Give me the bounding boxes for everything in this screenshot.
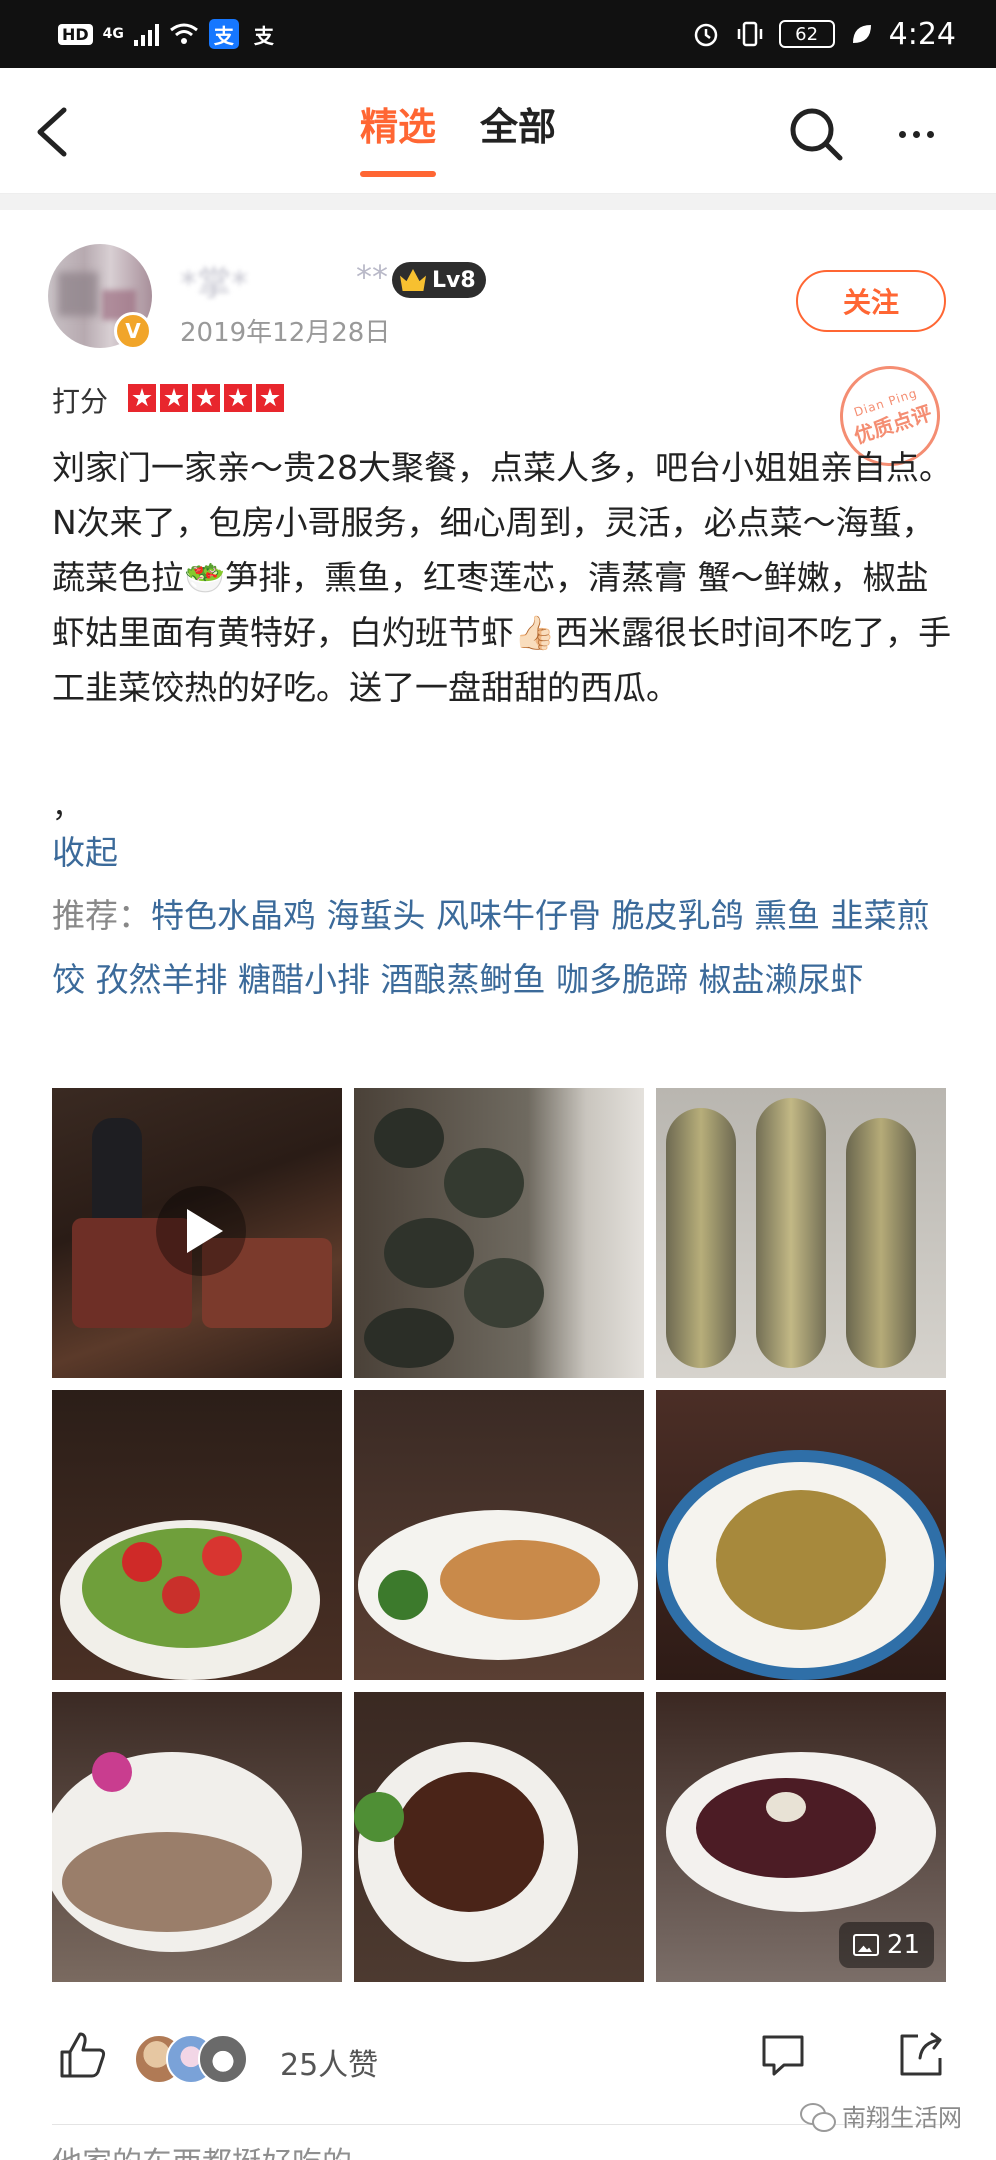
- review-body: 刘家门一家亲～贵28大聚餐，点菜人多，吧台小姐姐亲自点。N次来了，包房小哥服务，…: [52, 448, 952, 707]
- recommended-dish[interactable]: 风味牛仔骨: [436, 896, 601, 935]
- review-photo[interactable]: [52, 1692, 342, 1982]
- review-trailing-punct: ，: [52, 790, 82, 825]
- recommend-label: 推荐：: [52, 896, 151, 935]
- username[interactable]: *掌*: [180, 256, 248, 305]
- search-icon[interactable]: [786, 104, 846, 164]
- share-icon[interactable]: [896, 2030, 946, 2080]
- recommended-dish[interactable]: 糖醋小排: [238, 960, 370, 999]
- recommended-dish[interactable]: 海蜇头: [327, 896, 426, 935]
- star-icon: [256, 384, 284, 412]
- back-icon[interactable]: [28, 104, 78, 160]
- vibrate-icon: [737, 21, 762, 47]
- recommended-dish[interactable]: 咖多脆蹄: [556, 960, 688, 999]
- review-photo[interactable]: [354, 1088, 644, 1378]
- liker-avatars[interactable]: [134, 2034, 264, 2084]
- comment-icon[interactable]: [760, 2032, 806, 2078]
- tab-all[interactable]: 全部: [480, 96, 556, 177]
- star-icon: [192, 384, 220, 412]
- section-gap: [0, 194, 996, 210]
- recommended-dish[interactable]: 脆皮乳鸽: [612, 896, 744, 935]
- clock: 4:24: [888, 16, 956, 52]
- verified-badge-icon: V: [114, 312, 152, 350]
- follow-button[interactable]: 关注: [796, 270, 946, 332]
- leaf-icon: [852, 25, 871, 43]
- hd-indicator: HD: [58, 23, 93, 45]
- photo-count: 21: [886, 1930, 920, 1960]
- score-label: 打分: [52, 385, 109, 418]
- avatar: [198, 2034, 248, 2084]
- network-type: 4G: [102, 26, 124, 42]
- star-icon: [224, 384, 252, 412]
- play-icon[interactable]: [156, 1186, 246, 1276]
- recommended-dish[interactable]: 酒酿蒸鲥鱼: [381, 960, 546, 999]
- signal-icon: [133, 22, 159, 46]
- review-photo[interactable]: [52, 1390, 342, 1680]
- gallery-icon: [852, 1934, 879, 1956]
- star-icon: [160, 384, 188, 412]
- alarm-icon: [694, 23, 717, 47]
- review-photo[interactable]: [656, 1088, 946, 1378]
- recommended-dish[interactable]: 孜然羊排: [96, 960, 228, 999]
- next-review-preview: 他家的东西都挺好吃的…: [52, 2138, 382, 2160]
- watermark: 南翔生活网: [800, 2098, 962, 2133]
- tab-featured[interactable]: 精选: [360, 96, 437, 177]
- review-photo[interactable]: [354, 1692, 644, 1982]
- recommended-dish[interactable]: 椒盐濑尿虾: [699, 960, 864, 999]
- level-text: Lv8: [432, 267, 476, 293]
- photo-count-badge[interactable]: 21: [838, 1922, 934, 1968]
- star-rating: [128, 384, 284, 412]
- review-photo[interactable]: 21: [656, 1692, 946, 1982]
- username-suffix: **: [356, 258, 388, 296]
- action-bar: 25人赞: [0, 2000, 996, 2110]
- review-date: 2019年12月28日: [180, 318, 391, 348]
- recommended-dishes: 推荐：特色水晶鸡 海蜇头 风味牛仔骨 脆皮乳鸽 熏鱼 韭菜煎饺 孜然羊排 糖醋小…: [52, 884, 952, 1012]
- tab-bar: 精选 全部: [360, 96, 556, 177]
- review-video-thumbnail[interactable]: [52, 1088, 342, 1378]
- crown-icon: [400, 269, 426, 291]
- review-photo[interactable]: [354, 1390, 644, 1680]
- top-nav: 精选 全部: [0, 68, 996, 194]
- app-notification-icon: 支: [253, 23, 274, 48]
- recommended-dish[interactable]: 特色水晶鸡: [151, 896, 316, 935]
- review-photo[interactable]: [656, 1390, 946, 1680]
- star-icon: [128, 384, 156, 412]
- wechat-icon: [800, 2102, 836, 2132]
- wifi-icon: [169, 23, 198, 44]
- battery-icon: 62: [778, 20, 835, 48]
- recommended-dish[interactable]: 熏鱼: [754, 896, 820, 935]
- more-options-icon[interactable]: [886, 104, 946, 164]
- status-bar: HD 4G 支 支 62 4:24: [0, 0, 996, 68]
- like-count: 25人赞: [280, 2048, 379, 2083]
- level-badge: Lv8: [392, 262, 486, 298]
- collapse-link[interactable]: 收起: [52, 826, 118, 874]
- alipay-notification-icon: 支: [208, 19, 239, 49]
- thumbs-up-icon[interactable]: [58, 2030, 108, 2080]
